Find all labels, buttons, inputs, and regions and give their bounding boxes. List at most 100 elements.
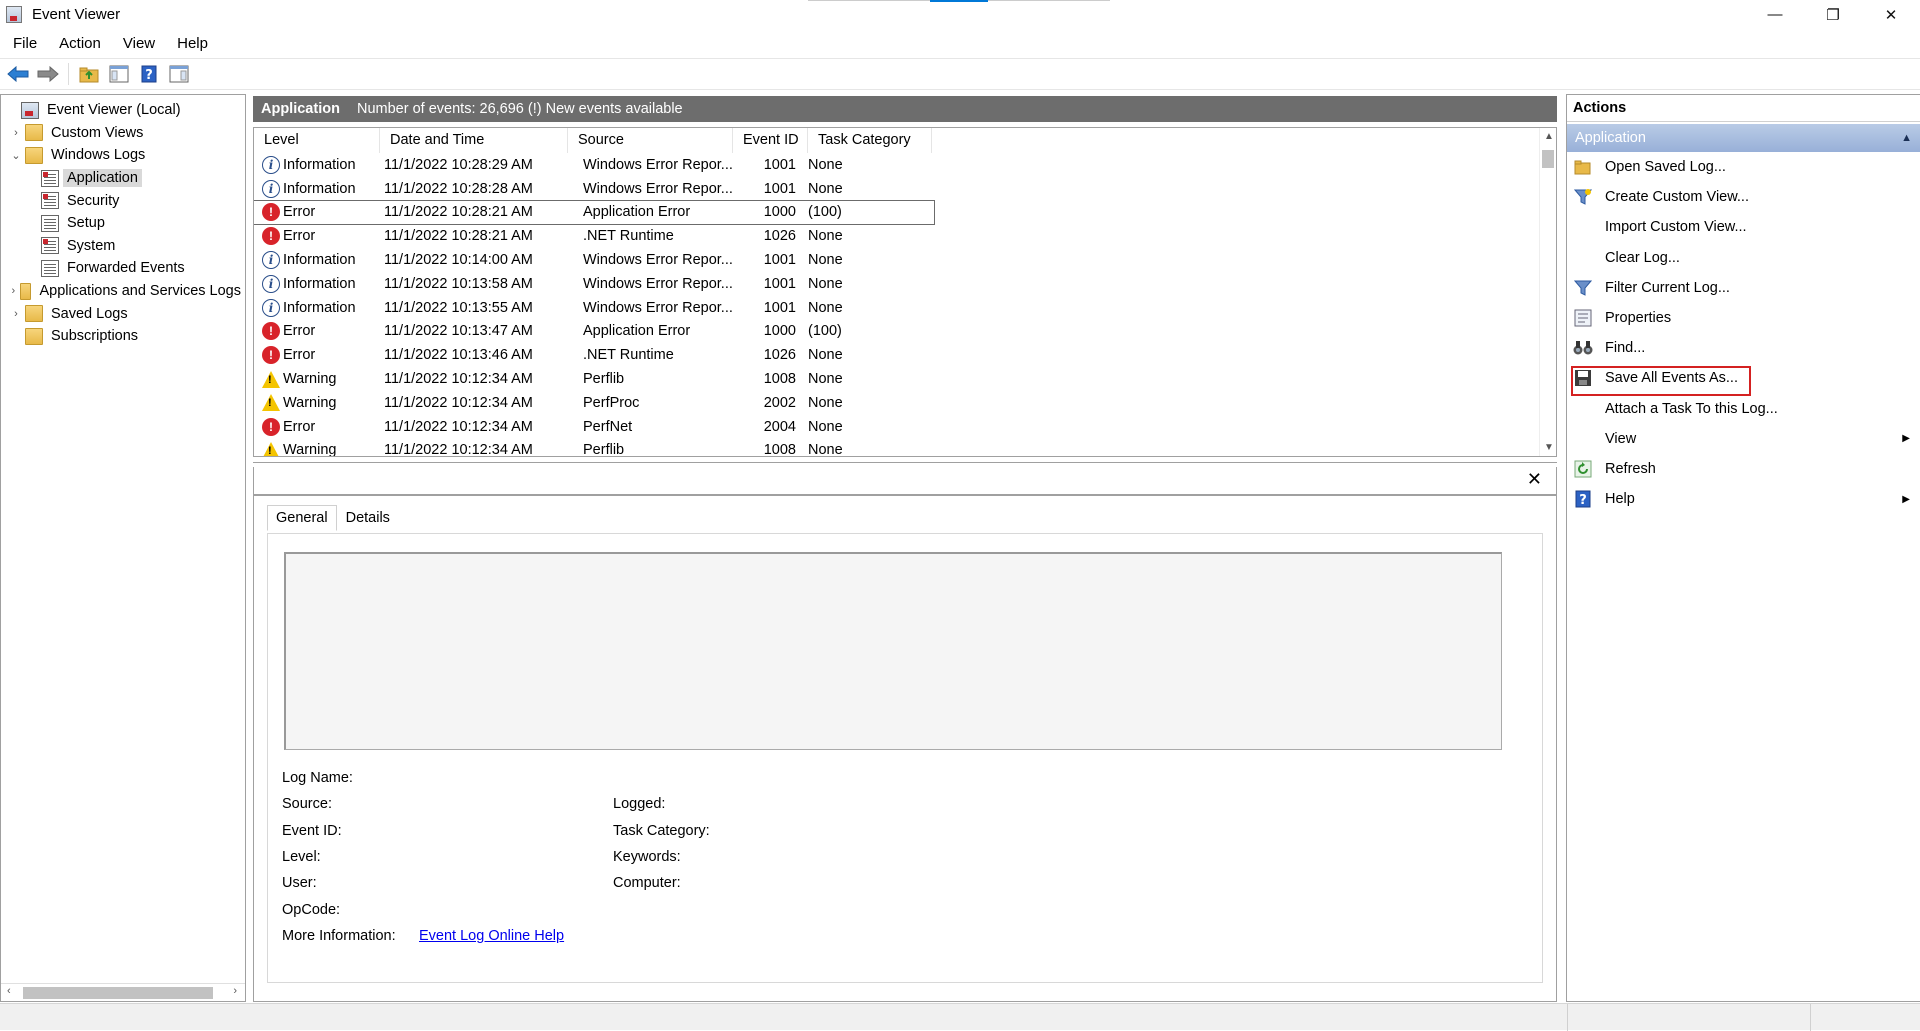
blank-icon (1573, 217, 1593, 237)
help-icon[interactable]: ? (136, 61, 162, 87)
action-save-all-events-as[interactable]: Save All Events As... (1567, 363, 1920, 397)
label-source: Source: (282, 796, 332, 812)
event-log-online-help-link[interactable]: Event Log Online Help (419, 928, 564, 944)
actions-section-application[interactable]: Application ▲ (1567, 124, 1920, 152)
menu-view[interactable]: View (110, 35, 164, 52)
cell-event-id: 1001 (763, 275, 796, 292)
tab-details[interactable]: Details (337, 505, 399, 531)
scrollbar-thumb[interactable] (1542, 150, 1554, 168)
close-detail-icon[interactable]: ✕ (1527, 469, 1542, 490)
cell-task-category: None (808, 252, 843, 269)
table-row[interactable]: ! Error 11/1/2022 10:12:34 AM PerfNet 2004 No… (254, 415, 1556, 439)
tree-item-applications-and-services-logs[interactable]: › Applications and Services Logs (1, 280, 245, 303)
scroll-down-icon[interactable]: ▼ (1544, 442, 1554, 453)
console-tree: Event Viewer (Local) › Custom Views ⌄ Wi… (0, 94, 246, 1002)
show-hide-tree-icon[interactable] (106, 61, 132, 87)
action-attach-a-task-to-this-log[interactable]: Attach a Task To this Log... (1567, 394, 1920, 424)
label-keywords: Keywords: (613, 849, 681, 865)
table-row[interactable]: i Information 11/1/2022 10:13:55 AM Windows… (254, 296, 1556, 320)
expand-arrow-icon[interactable]: › (9, 308, 23, 320)
show-hide-action-pane-icon[interactable] (166, 61, 192, 87)
table-row[interactable]: ! Warning 11/1/2022 10:12:34 AM PerfProc 200… (254, 391, 1556, 415)
event-description-box[interactable] (284, 552, 1502, 750)
table-row[interactable]: ! Error 11/1/2022 10:13:46 AM .NET Runtime 1… (254, 343, 1556, 367)
action-label: Clear Log... (1605, 249, 1680, 266)
action-open-saved-log[interactable]: Open Saved Log... (1567, 152, 1920, 182)
action-properties[interactable]: Properties (1567, 303, 1920, 333)
scroll-right-icon[interactable]: › (233, 985, 237, 997)
log-icon (41, 192, 59, 210)
cell-level: ! Error (254, 203, 380, 222)
expand-arrow-icon[interactable]: › (9, 127, 23, 139)
cell-date-time: 11/1/2022 10:13:55 AM (384, 299, 533, 316)
menu-help[interactable]: Help (164, 35, 217, 52)
forward-icon[interactable] (35, 61, 61, 87)
blank-icon (1573, 429, 1593, 449)
tree-horizontal-scrollbar[interactable]: ‹ › (1, 983, 245, 1001)
cell-level: ! Warning (254, 441, 380, 456)
tree-item-forwarded-events[interactable]: Forwarded Events (1, 257, 245, 280)
table-row[interactable]: i Information 11/1/2022 10:28:29 AM Windows… (254, 153, 1556, 177)
cell-task-category: None (808, 299, 843, 316)
tree-item-subscriptions[interactable]: Subscriptions (1, 325, 245, 348)
cell-source: .NET Runtime (583, 347, 674, 364)
log-title: Application (261, 101, 340, 117)
menu-action[interactable]: Action (46, 35, 110, 52)
table-row[interactable]: i Information 11/1/2022 10:13:58 AM Windows… (254, 272, 1556, 296)
log-icon (41, 237, 59, 255)
action-label: Import Custom View... (1605, 219, 1747, 236)
column-event-id[interactable]: Event ID (733, 128, 808, 153)
error-icon: ! (262, 203, 280, 222)
scroll-left-icon[interactable]: ‹ (7, 985, 11, 997)
tree-item-system[interactable]: System (1, 235, 245, 258)
action-create-custom-view[interactable]: Create Custom View... (1567, 182, 1920, 212)
label-more-information: More Information: (282, 928, 396, 944)
highlight-box (1571, 366, 1751, 397)
column-task-category[interactable]: Task Category (808, 128, 932, 153)
restore-button[interactable]: ❐ (1804, 0, 1862, 29)
action-filter-current-log[interactable]: Filter Current Log... (1567, 273, 1920, 303)
tree-item-custom-views[interactable]: › Custom Views (1, 122, 245, 145)
cell-event-id: 1001 (763, 252, 796, 269)
column-level[interactable]: Level (254, 128, 380, 153)
action-clear-log[interactable]: Clear Log... (1567, 243, 1920, 273)
tree-item-security[interactable]: Security (1, 189, 245, 212)
action-refresh[interactable]: Refresh (1567, 454, 1920, 484)
cell-source: .NET Runtime (583, 228, 674, 245)
up-folder-icon[interactable] (76, 61, 102, 87)
action-find[interactable]: Find... (1567, 333, 1920, 363)
label-level: Level: (282, 849, 321, 865)
action-view[interactable]: View ▶ (1567, 424, 1920, 454)
actions-pane: Actions Application ▲ Open Saved Log... C… (1566, 94, 1920, 1002)
tree-item-windows-logs[interactable]: ⌄ Windows Logs (1, 144, 245, 167)
table-row[interactable]: i Information 11/1/2022 10:14:00 AM Windows… (254, 248, 1556, 272)
close-button[interactable]: ✕ (1862, 0, 1920, 29)
table-row[interactable]: ! Error 11/1/2022 10:28:21 AM .NET Runtime 1… (254, 224, 1556, 248)
collapse-arrow-icon[interactable]: ⌄ (9, 149, 23, 162)
table-row[interactable]: ! Error 11/1/2022 10:28:21 AM Application E… (254, 199, 935, 226)
event-list-scrollbar[interactable]: ▲ ▼ (1539, 128, 1556, 456)
cell-level: i Information (254, 298, 380, 317)
minimize-button[interactable]: — (1746, 0, 1804, 29)
table-row[interactable]: ! Warning 11/1/2022 10:12:34 AM Perflib 1008… (254, 367, 1556, 391)
tree-item-application[interactable]: Application (1, 167, 245, 190)
table-row[interactable]: i Information 11/1/2022 10:28:28 AM Windows… (254, 177, 1556, 201)
scroll-up-icon[interactable]: ▲ (1544, 131, 1554, 142)
collapse-section-icon[interactable]: ▲ (1901, 132, 1912, 144)
action-import-custom-view[interactable]: Import Custom View... (1567, 212, 1920, 242)
menu-file[interactable]: File (0, 35, 46, 52)
tree-item-setup[interactable]: Setup (1, 212, 245, 235)
scrollbar-thumb[interactable] (23, 987, 213, 999)
expand-arrow-icon[interactable]: › (9, 285, 18, 297)
column-source[interactable]: Source (568, 128, 733, 153)
back-icon[interactable] (5, 61, 31, 87)
table-row[interactable]: ! Warning 11/1/2022 10:12:34 AM Perflib 1008… (254, 439, 1556, 456)
table-row[interactable]: ! Error 11/1/2022 10:13:47 AM Application E… (254, 320, 1556, 344)
cell-source: Windows Error Repor... (583, 275, 733, 292)
tab-general[interactable]: General (267, 505, 337, 531)
tree-item-saved-logs[interactable]: › Saved Logs (1, 302, 245, 325)
action-help[interactable]: ? Help ▶ (1567, 484, 1920, 514)
column-date-time[interactable]: Date and Time (380, 128, 568, 153)
tree-item-event-viewer-local[interactable]: Event Viewer (Local) (1, 99, 245, 122)
event-list-header: Level Date and Time Source Event ID Task… (254, 128, 1556, 153)
